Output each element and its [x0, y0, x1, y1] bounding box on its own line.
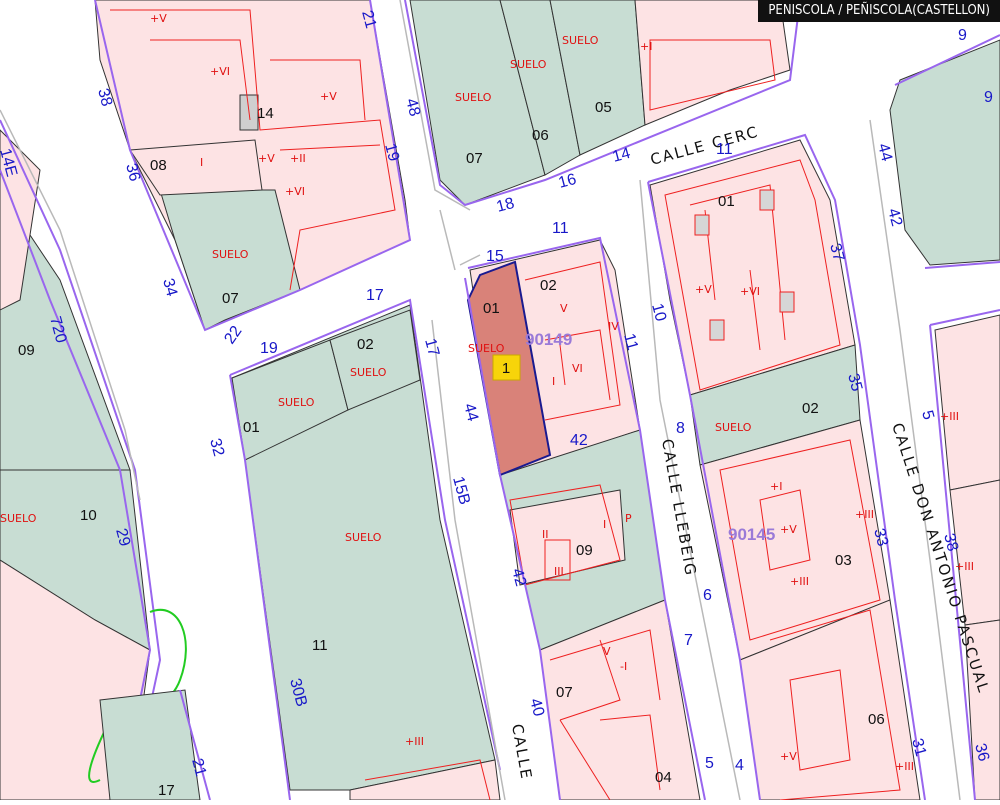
- selection-marker[interactable]: 1: [492, 354, 521, 381]
- red-suelo-8: SUELO: [345, 531, 382, 544]
- red-v-2: V: [603, 645, 611, 658]
- red-hiii-1: +III: [405, 735, 424, 748]
- red-suelo-7: SUELO: [278, 396, 315, 409]
- red-ii-1: II: [542, 528, 549, 541]
- number-17: 17: [366, 287, 384, 304]
- red-suelo-10: SUELO: [715, 421, 752, 434]
- red-suelo-5: SUELO: [468, 342, 505, 355]
- parcel-label-06-right: 06: [868, 711, 885, 728]
- red-hv-6: +V: [780, 750, 797, 763]
- red-iii-1: III: [554, 565, 564, 578]
- map-canvas: 90149 90145 CALLE CERC CALLE LLEBEIG CAL…: [0, 0, 1000, 801]
- parcel-label-02-right: 02: [802, 400, 819, 417]
- red-hiii-2: +III: [855, 508, 874, 521]
- number-4: 4: [735, 757, 744, 774]
- red-suelo-6: SUELO: [350, 366, 387, 379]
- cadastral-map[interactable]: 90149 90145 CALLE CERC CALLE LLEBEIG CAL…: [0, 0, 1000, 801]
- parcel-label-01-right: 01: [718, 193, 735, 210]
- red-hiii-3: +III: [790, 575, 809, 588]
- red-hv-4: +V: [780, 523, 797, 536]
- gray-box-1: [694, 214, 710, 236]
- number-42: 42: [570, 432, 588, 449]
- parcel-label-17: 17: [158, 782, 175, 799]
- manzana-90149: 90149: [525, 330, 572, 349]
- red-hiii-5: +III: [940, 410, 959, 423]
- number-19b: 19: [260, 340, 278, 357]
- red-hiii-6: +III: [955, 560, 974, 573]
- parcel-label-01-sel: 01: [483, 300, 500, 317]
- red-hii-1: +II: [290, 152, 306, 165]
- parcel-label-03: 03: [835, 552, 852, 569]
- parcel-label-07-b: 07: [222, 290, 239, 307]
- red-hv-2: +V: [320, 90, 337, 103]
- red-m-1: -I: [620, 660, 627, 673]
- gray-box-3: [709, 319, 725, 341]
- parcel-label-11-left: 11: [312, 637, 328, 654]
- parcel-label-05-a: 05: [595, 99, 612, 116]
- location-title: PENISCOLA / PEÑISCOLA(CASTELLON): [758, 0, 1000, 22]
- red-hiii-4: +III: [895, 760, 914, 773]
- red-vi-1: VI: [572, 362, 583, 375]
- number-5: 5: [705, 755, 714, 772]
- number-6: 6: [703, 587, 712, 604]
- number-9: 9: [958, 27, 967, 44]
- number-8: 8: [676, 420, 685, 437]
- red-suelo-4: SUELO: [212, 248, 249, 261]
- red-hv-1: +V: [150, 12, 167, 25]
- manzana-90145: 90145: [728, 525, 775, 544]
- parcel-label-10: 10: [80, 507, 97, 524]
- number-11: 11: [552, 220, 569, 237]
- red-i-1: I: [200, 156, 203, 169]
- parcel-label-06-a: 06: [532, 127, 549, 144]
- parcel-label-07-a: 07: [466, 150, 483, 167]
- red-suelo-9: SUELO: [0, 512, 37, 525]
- red-hvi-1: +VI: [210, 65, 230, 78]
- parcel-label-08: 08: [150, 157, 167, 174]
- parcel-label-09-mid: 09: [576, 542, 593, 559]
- red-hvi-3: +VI: [740, 285, 760, 298]
- red-i-2: I: [552, 375, 555, 388]
- red-suelo-2: SUELO: [510, 58, 547, 71]
- red-hi-1: +I: [770, 480, 782, 493]
- gray-box-4: [779, 291, 795, 313]
- parcel-label-07-mid: 07: [556, 684, 573, 701]
- parcel-label-02-a: 02: [540, 277, 557, 294]
- red-iv-1: IV: [608, 320, 619, 333]
- red-suelo-3: SUELO: [562, 34, 599, 47]
- red-hvi-2: +VI: [285, 185, 305, 198]
- marker-label: 1: [502, 360, 510, 377]
- number-15: 15: [486, 248, 504, 265]
- red-i-3: I: [603, 518, 606, 531]
- red-p-1: P: [625, 512, 632, 525]
- number-11b: 11: [716, 141, 733, 158]
- parcel-label-02-mid: 02: [357, 336, 374, 353]
- parcel-label-14: 14: [257, 105, 274, 122]
- gray-box-2: [759, 189, 775, 211]
- red-hv-3: +V: [695, 283, 712, 296]
- number-7: 7: [684, 632, 693, 649]
- red-v-1: V: [560, 302, 568, 315]
- parcel-label-04: 04: [655, 769, 672, 786]
- red-hi-2: +I: [640, 40, 652, 53]
- parcel-label-09-left: 09: [18, 342, 35, 359]
- parcel-label-01-mid: 01: [243, 419, 260, 436]
- red-hv-5: +V: [258, 152, 275, 165]
- red-suelo-1: SUELO: [455, 91, 492, 104]
- number-9b: 9: [984, 89, 993, 106]
